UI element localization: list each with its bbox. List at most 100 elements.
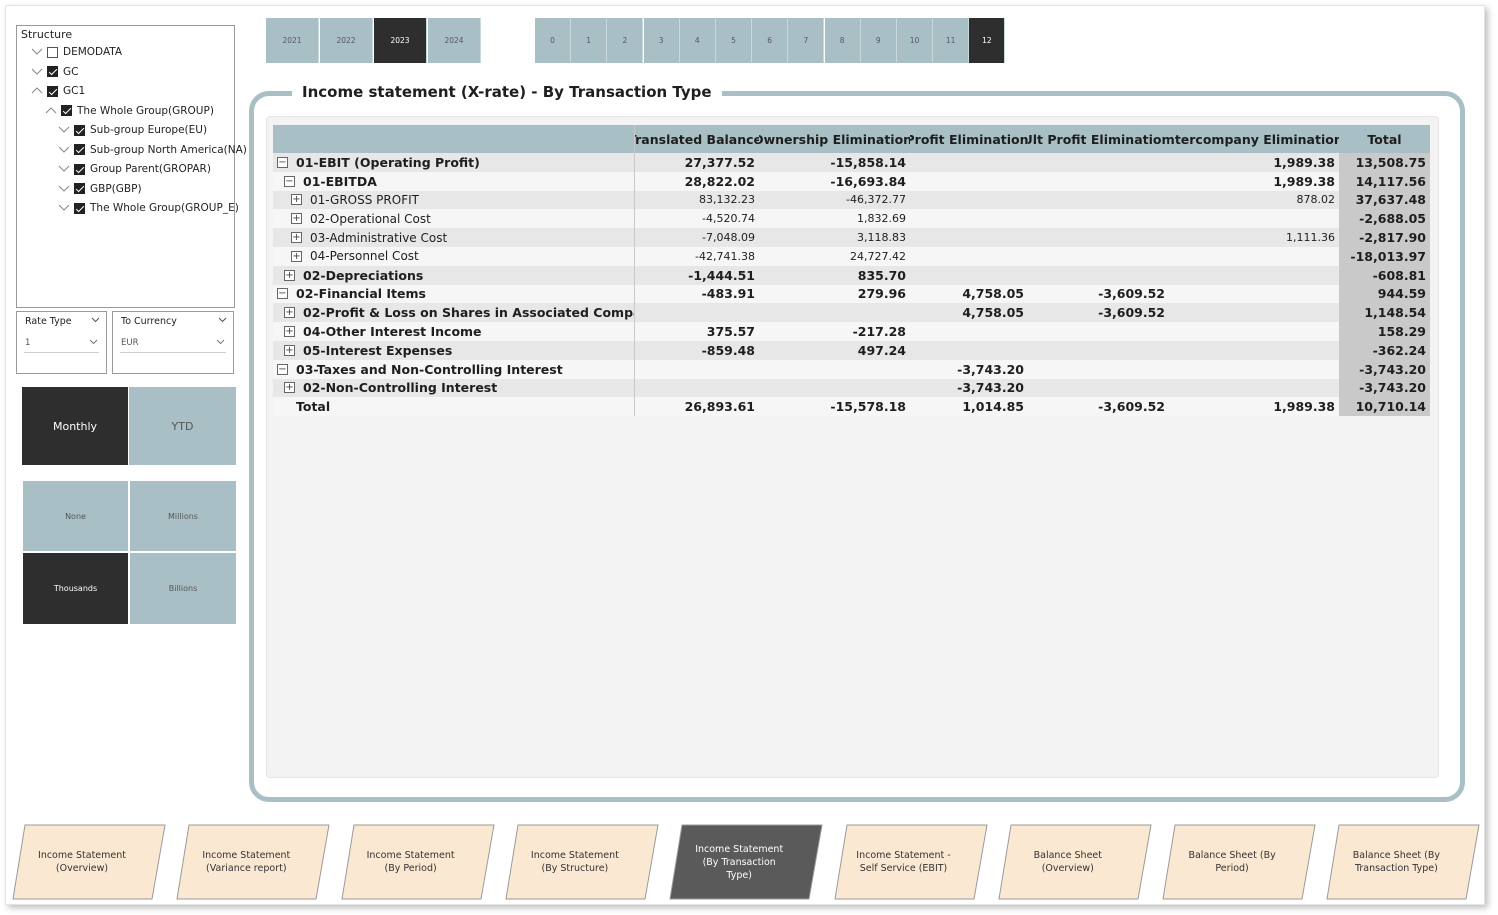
period-button-2[interactable]: 2 — [607, 18, 644, 63]
nav-button[interactable]: Income Statement (By Transaction Type) — [669, 824, 823, 900]
checkbox[interactable] — [74, 163, 85, 175]
expand-icon[interactable]: + — [284, 307, 295, 319]
row-label: 03-Administrative Cost — [310, 230, 448, 245]
units-millions-button[interactable]: Millions — [130, 481, 236, 551]
year-button-2023[interactable]: 2023 — [374, 18, 427, 63]
chevron-down-icon[interactable] — [31, 47, 43, 57]
nav-button[interactable]: Balance Sheet (By Period) — [1162, 824, 1316, 900]
chevron-down-icon[interactable] — [58, 184, 70, 194]
structure-item-label: Sub-group North America(NA) — [90, 143, 247, 156]
structure-item[interactable]: The Whole Group(GROUP_E) — [58, 199, 239, 217]
value-cell — [1169, 266, 1339, 285]
chevron-down-icon[interactable] — [89, 339, 98, 345]
value-cell: -608.81 — [1339, 265, 1430, 285]
units-billions-button[interactable]: Billions — [130, 553, 236, 624]
expand-icon[interactable]: + — [284, 344, 295, 356]
expand-icon[interactable]: + — [291, 250, 302, 262]
year-button-2024[interactable]: 2024 — [428, 18, 481, 63]
nav-button[interactable]: Income Statement (By Structure) — [505, 824, 659, 900]
checkbox[interactable] — [61, 105, 72, 116]
checkbox[interactable] — [74, 124, 85, 136]
expand-icon[interactable]: + — [284, 326, 295, 338]
chevron-down-icon[interactable] — [58, 164, 70, 174]
period-button-6[interactable]: 6 — [752, 18, 789, 63]
structure-item[interactable]: GC — [31, 63, 78, 81]
year-button-2022[interactable]: 2022 — [320, 18, 373, 63]
nav-button[interactable]: Income Statement (Variance report) — [176, 824, 330, 900]
period-button-10[interactable]: 10 — [897, 18, 933, 63]
structure-item[interactable]: Group Parent(GROPAR) — [58, 160, 211, 178]
period-button-3[interactable]: 3 — [643, 18, 680, 63]
column-header[interactable]: Total — [1339, 125, 1430, 153]
row-label-cell: −01-EBIT (Operating Profit) — [273, 153, 635, 172]
expand-icon[interactable]: + — [291, 194, 302, 206]
column-header[interactable]: Ownership Elimination — [759, 125, 910, 153]
row-label-cell: +02-Non-Controlling Interest — [273, 378, 635, 398]
year-button-2021[interactable]: 2021 — [266, 18, 319, 63]
expand-icon[interactable]: + — [284, 382, 295, 394]
structure-item[interactable]: DEMODATA — [31, 43, 122, 61]
chevron-down-icon[interactable] — [58, 125, 70, 135]
period-button-7[interactable]: 7 — [788, 18, 825, 63]
period-button-0[interactable]: 0 — [535, 18, 571, 63]
nav-button-label: Income Statement (Overview) — [38, 850, 126, 874]
checkbox[interactable] — [47, 46, 58, 58]
collapse-icon[interactable]: − — [277, 288, 288, 300]
collapse-icon[interactable]: − — [284, 175, 295, 187]
expand-icon[interactable]: + — [284, 269, 295, 281]
value-cell — [635, 379, 759, 398]
nav-button[interactable]: Income Statement (By Period) — [341, 824, 495, 900]
checkbox[interactable] — [74, 183, 85, 194]
nav-button[interactable]: Income Statement - Self Service (EBIT) — [833, 824, 988, 900]
chevron-down-icon[interactable] — [31, 67, 43, 77]
checkbox[interactable] — [74, 144, 85, 155]
value-cell: -3,743.20 — [1339, 359, 1430, 379]
column-header[interactable]: Ult Profit Elimination — [1028, 125, 1169, 153]
structure-item-label: GBP(GBP) — [90, 182, 142, 195]
period-button-1[interactable]: 1 — [571, 18, 608, 63]
structure-item[interactable]: GBP(GBP) — [58, 180, 142, 198]
nav-button[interactable]: Income Statement (Overview) — [12, 824, 166, 900]
chevron-down-icon[interactable] — [58, 203, 70, 213]
chevron-down-icon[interactable] — [58, 145, 70, 155]
period-button-9[interactable]: 9 — [860, 18, 897, 63]
column-header[interactable]: Translated Balance — [635, 125, 759, 153]
structure-item[interactable]: GC1 — [31, 82, 85, 100]
units-thousands-button[interactable]: Thousands — [23, 553, 128, 624]
to-currency-value[interactable]: EUR — [121, 338, 139, 348]
value-cell: -3,743.20 — [957, 361, 1024, 377]
checkbox[interactable] — [74, 202, 85, 214]
to-currency-dropdown[interactable]: To Currency EUR — [112, 311, 234, 374]
checkbox[interactable] — [47, 85, 58, 97]
nav-button[interactable]: Balance Sheet (By Transaction Type) — [1326, 824, 1480, 900]
ytd-button[interactable]: YTD — [129, 387, 236, 465]
nav-button[interactable]: Balance Sheet (Overview) — [998, 824, 1152, 900]
chevron-down-icon[interactable] — [216, 339, 225, 345]
column-header[interactable]: Intercompany Elimination — [1169, 125, 1339, 153]
chevron-down-icon[interactable] — [91, 317, 100, 323]
units-none-button[interactable]: None — [23, 481, 128, 551]
checkbox[interactable] — [47, 66, 58, 77]
period-button-5[interactable]: 5 — [716, 18, 752, 63]
collapse-icon[interactable]: − — [277, 156, 288, 168]
monthly-button[interactable]: Monthly — [22, 387, 128, 465]
row-label-cell: +01-GROSS PROFIT — [273, 190, 635, 210]
structure-item[interactable]: Sub-group North America(NA) — [58, 141, 247, 159]
period-button-8[interactable]: 8 — [824, 18, 861, 63]
structure-item[interactable]: The Whole Group(GROUP) — [45, 102, 214, 120]
expand-icon[interactable]: + — [291, 232, 302, 244]
structure-item[interactable]: Sub-group Europe(EU) — [58, 121, 207, 139]
period-button-11[interactable]: 11 — [933, 18, 970, 63]
chevron-down-icon[interactable] — [218, 317, 227, 323]
matrix-row: +03-Administrative Cost -7,048.09 3,118.83… — [273, 228, 1430, 247]
column-header[interactable]: Profit Elimination — [910, 125, 1028, 153]
rate-type-dropdown[interactable]: Rate Type 1 — [16, 311, 107, 374]
collapse-icon[interactable]: − — [277, 363, 288, 375]
period-button-4[interactable]: 4 — [679, 18, 716, 63]
rate-type-value[interactable]: 1 — [25, 338, 30, 348]
nav-button-label: Income Statement - Self Service (EBIT) — [856, 850, 951, 874]
chevron-up-icon[interactable] — [31, 86, 43, 96]
period-button-12[interactable]: 12 — [969, 18, 1006, 63]
chevron-up-icon[interactable] — [45, 106, 57, 116]
expand-icon[interactable]: + — [291, 213, 302, 225]
